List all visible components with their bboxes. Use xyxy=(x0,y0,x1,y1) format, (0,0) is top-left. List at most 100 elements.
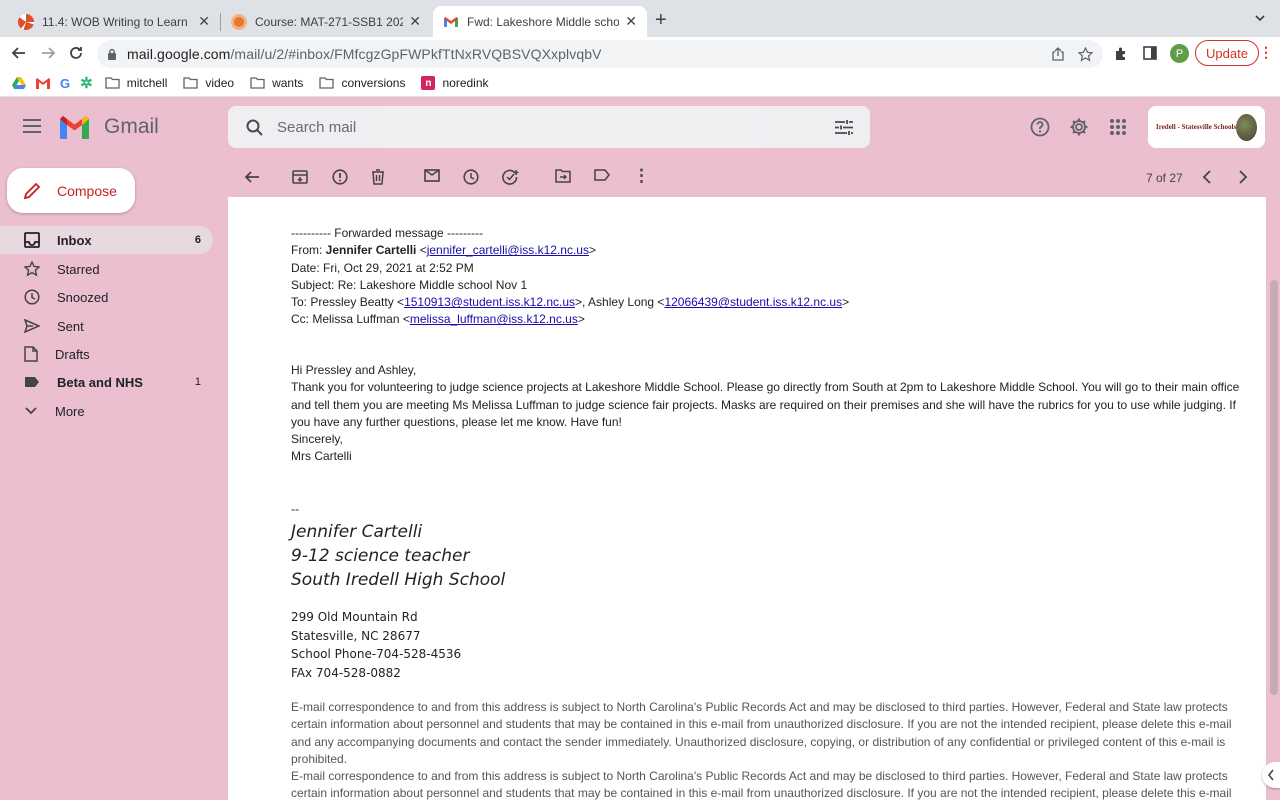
search-bar[interactable] xyxy=(228,106,870,148)
search-input[interactable] xyxy=(277,118,797,136)
account-avatar[interactable] xyxy=(1236,113,1257,141)
label-icon[interactable] xyxy=(594,169,610,181)
sidebar-label: Snoozed xyxy=(57,289,109,305)
compose-button[interactable]: Compose xyxy=(7,168,135,213)
account-card[interactable]: Iredell - Statesville Schools xyxy=(1148,106,1265,148)
settings-gear-icon[interactable] xyxy=(1069,117,1089,137)
app-bookmark[interactable]: ✲ xyxy=(80,74,93,92)
bookmark-folder-conversions[interactable]: conversions xyxy=(319,76,405,90)
tab-wob[interactable]: 11.4: WOB Writing to Learn ✕ xyxy=(8,6,220,37)
noredink-icon: n xyxy=(421,76,436,90)
sender-email-link[interactable]: jennifer_cartelli@iss.k12.nc.us xyxy=(427,243,589,257)
back-arrow-icon[interactable] xyxy=(11,45,27,61)
chevron-down-icon[interactable] xyxy=(1254,12,1266,24)
label-tag-icon xyxy=(25,377,39,387)
cc-line: Cc: Melissa Luffman <melissa_luffman@iss… xyxy=(291,312,585,327)
message-position: 7 of 27 xyxy=(1146,171,1183,185)
signature-name: Jennifer Cartelli xyxy=(291,522,423,542)
tab-title: Fwd: Lakeshore Middle school xyxy=(467,14,620,29)
side-panel-icon[interactable] xyxy=(1143,46,1157,60)
scrollbar-thumb[interactable] xyxy=(1270,280,1278,695)
gmail-logo-icon[interactable] xyxy=(58,115,91,139)
forward-separator: ---------- Forwarded message --------- xyxy=(291,226,483,240)
message-pane: ⋮ 7 of 27 ---------- Forwarded message -… xyxy=(228,157,1266,800)
cc-email-link[interactable]: melissa_luffman@iss.k12.nc.us xyxy=(410,312,578,326)
sidebar-item-inbox[interactable]: Inbox 6 xyxy=(0,226,213,254)
google-bookmark[interactable]: G xyxy=(60,76,70,91)
signature-school: South Iredell High School xyxy=(291,570,506,590)
bookmark-label: conversions xyxy=(341,76,406,90)
star-icon xyxy=(24,261,40,277)
forward-arrow-icon[interactable] xyxy=(40,45,56,61)
extensions-puzzle-icon[interactable] xyxy=(1114,46,1129,61)
sidebar-item-more[interactable]: More xyxy=(0,397,213,425)
url-host: mail.google.com xyxy=(127,46,231,62)
sidebar-item-sent[interactable]: Sent xyxy=(0,312,213,340)
add-to-tasks-icon[interactable] xyxy=(502,169,519,185)
bookmark-star-icon[interactable] xyxy=(1078,46,1093,62)
recipient-email-link[interactable]: 1510913@student.iss.k12.nc.us xyxy=(404,295,575,309)
sidebar-item-snoozed[interactable]: Snoozed xyxy=(0,283,213,311)
search-options-icon[interactable] xyxy=(835,119,853,135)
snooze-clock-icon[interactable] xyxy=(463,169,479,185)
to-separator: >, Ashley Long < xyxy=(575,295,665,310)
search-icon[interactable] xyxy=(246,119,263,136)
gmail-bookmark[interactable] xyxy=(36,77,50,89)
phone-line: School Phone-704-528-4536 xyxy=(291,647,462,661)
close-icon[interactable]: ✕ xyxy=(198,13,210,30)
pencil-icon xyxy=(23,182,41,199)
tab-gmail-active[interactable]: Fwd: Lakeshore Middle school ✕ xyxy=(433,6,647,37)
new-tab-button[interactable]: + xyxy=(655,9,667,32)
sidebar-item-starred[interactable]: Starred xyxy=(0,255,213,283)
bookmark-label: noredink xyxy=(442,76,489,90)
signature-separator: -- xyxy=(291,502,299,516)
bookmark-folder-wants[interactable]: wants xyxy=(250,76,303,90)
more-options-icon[interactable]: ⋮ xyxy=(633,166,650,186)
url-text: mail.google.com/mail/u/2/#inbox/FMfcgzGp… xyxy=(127,46,602,62)
recipient-email-link[interactable]: 12066439@student.iss.k12.nc.us xyxy=(664,295,842,309)
share-icon[interactable] xyxy=(1051,47,1065,61)
sidebar-item-drafts[interactable]: Drafts xyxy=(0,340,213,368)
google-drive-bookmark[interactable] xyxy=(12,77,26,89)
folder-icon xyxy=(183,77,199,89)
sidebar-label: Starred xyxy=(57,261,100,277)
main-menu-icon[interactable] xyxy=(23,119,41,133)
apps-grid-icon[interactable] xyxy=(1110,119,1126,135)
back-to-inbox-icon[interactable] xyxy=(244,169,260,185)
tab-course[interactable]: Course: MAT-271-SSB1 2022SP ✕ xyxy=(221,6,431,37)
draft-file-icon xyxy=(24,346,38,362)
unread-count: 1 xyxy=(194,376,201,388)
clock-icon xyxy=(24,289,40,305)
profile-avatar[interactable]: P xyxy=(1170,44,1189,63)
delete-trash-icon[interactable] xyxy=(371,169,385,185)
fax-line: FAx 704-528-0882 xyxy=(291,665,401,680)
move-to-folder-icon[interactable] xyxy=(555,169,571,183)
to-line: To: Pressley Beatty <1510913@student.iss… xyxy=(291,295,850,310)
bookmark-folder-video[interactable]: video xyxy=(183,76,234,90)
older-chevron-right-icon[interactable] xyxy=(1238,170,1248,184)
reload-icon[interactable] xyxy=(68,45,84,61)
chevron-down-icon xyxy=(25,407,37,415)
unread-count: 6 xyxy=(194,234,201,246)
signoff: Mrs Cartelli xyxy=(291,449,352,464)
sidebar-item-beta-and-nhs[interactable]: Beta and NHS 1 xyxy=(0,368,213,396)
disclaimer: E-mail correspondence to and from this a… xyxy=(291,769,1232,800)
newer-chevron-left-icon[interactable] xyxy=(1202,170,1212,184)
close-icon[interactable]: ✕ xyxy=(625,13,637,30)
update-button[interactable]: Update xyxy=(1195,40,1259,66)
archive-icon[interactable] xyxy=(292,169,308,185)
help-icon[interactable] xyxy=(1030,117,1050,137)
address-bar[interactable]: mail.google.com/mail/u/2/#inbox/FMfcgzGp… xyxy=(97,40,1103,68)
bookmark-folder-mitchell[interactable]: mitchell xyxy=(105,76,167,90)
bookmark-noredink[interactable]: n noredink xyxy=(421,76,489,90)
close-icon[interactable]: ✕ xyxy=(409,13,421,30)
report-spam-icon[interactable] xyxy=(332,169,348,185)
update-label: Update xyxy=(1206,45,1248,61)
mark-unread-mail-icon[interactable] xyxy=(424,169,440,182)
bookmark-label: video xyxy=(205,76,235,90)
kebab-menu-icon[interactable]: ⋮ xyxy=(1259,44,1273,61)
gmail-icon xyxy=(36,77,50,89)
signature-title: 9-12 science teacher xyxy=(291,546,470,566)
folder-icon xyxy=(250,77,265,89)
tab-strip: 11.4: WOB Writing to Learn ✕ Course: MAT… xyxy=(0,0,1280,37)
